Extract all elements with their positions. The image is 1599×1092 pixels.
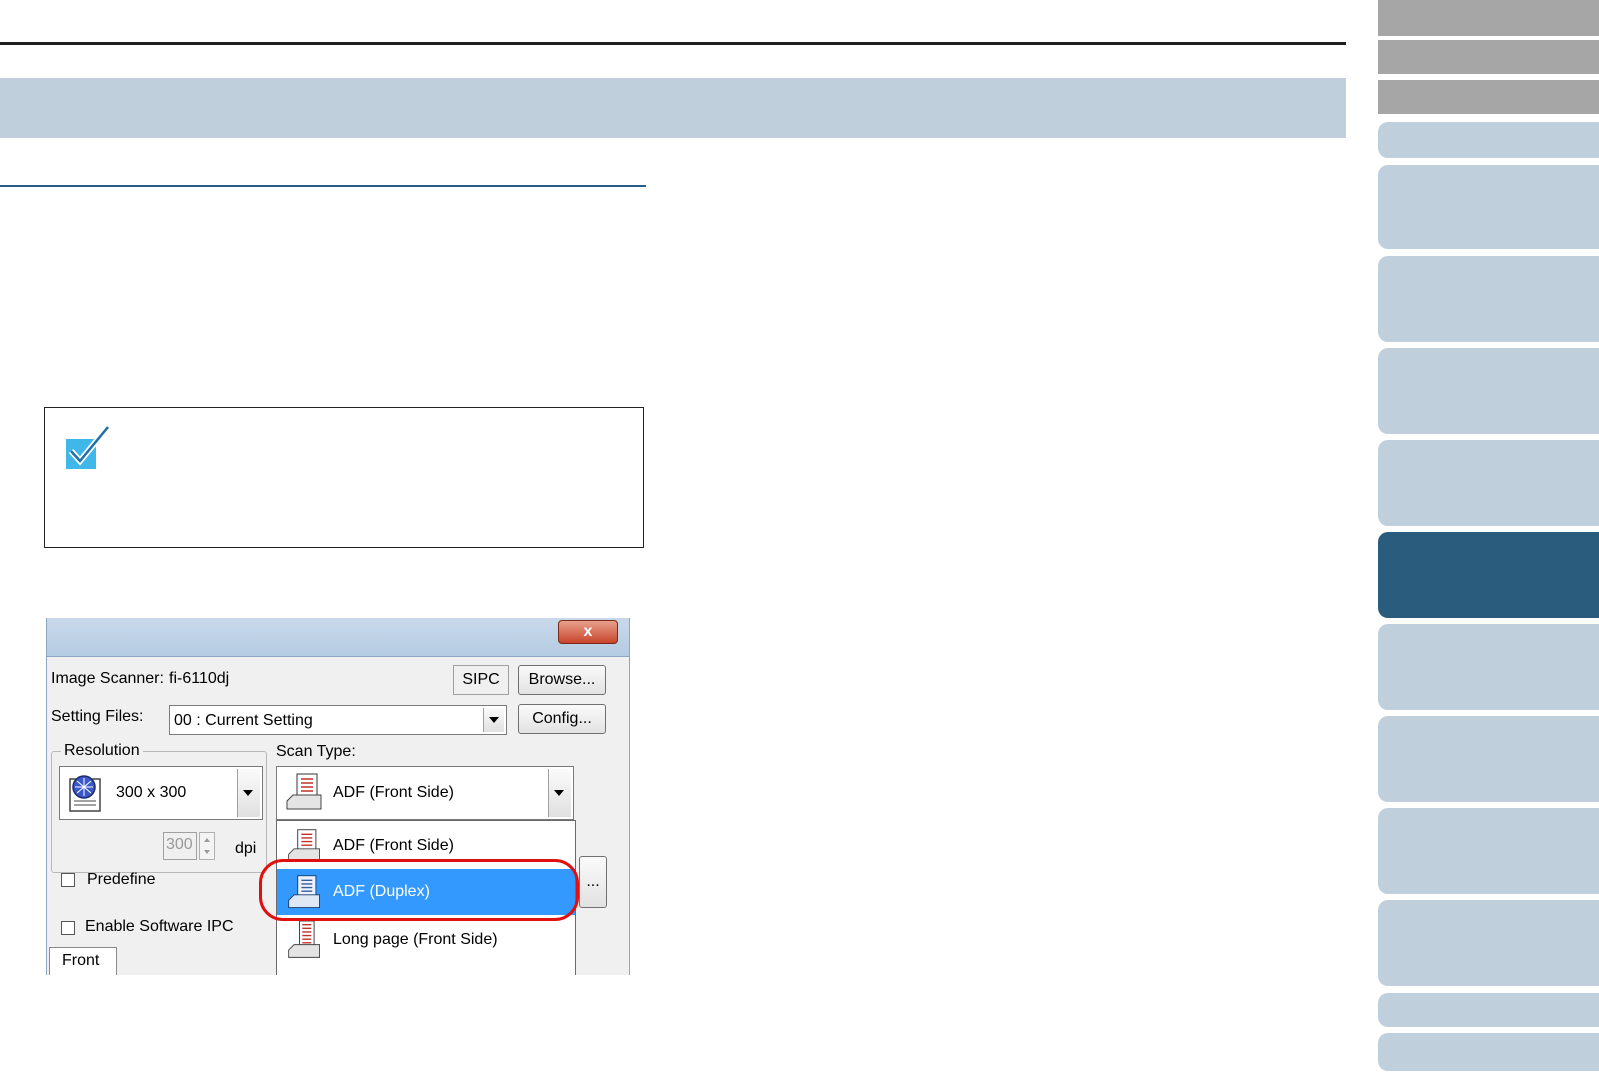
predefine-label: Predefine <box>87 871 156 888</box>
long-page-icon <box>288 921 320 958</box>
sidebar-tab-8[interactable] <box>1378 440 1599 526</box>
browse-button[interactable]: Browse... <box>518 665 606 695</box>
note-box <box>44 407 644 548</box>
chevron-down-icon[interactable] <box>548 769 571 817</box>
sidebar-tab-1[interactable] <box>1378 0 1599 36</box>
checkmark-icon <box>66 425 111 469</box>
more-button[interactable]: ... <box>579 856 607 908</box>
sidebar-tab-7[interactable] <box>1378 348 1599 434</box>
setting-files-combo[interactable]: 00 : Current Setting <box>169 705 507 735</box>
enable-ipc-label: Enable Software IPC <box>85 918 234 935</box>
scan-type-value: ADF (Front Side) <box>333 784 454 801</box>
chevron-down-icon[interactable] <box>237 769 260 817</box>
dpi-input[interactable]: 300 <box>163 832 197 860</box>
scan-type-combo[interactable]: ADF (Front Side) <box>276 766 574 820</box>
sidebar-tab-12[interactable] <box>1378 808 1599 894</box>
chevron-down-icon[interactable] <box>483 708 504 732</box>
sidebar-tab-4[interactable] <box>1378 122 1599 158</box>
image-scanner-value: fi-6110dj <box>169 670 230 687</box>
config-button[interactable]: Config... <box>518 704 606 734</box>
list-item[interactable]: Long page (Front Side) <box>277 917 575 963</box>
resolution-value: 300 x 300 <box>116 784 187 801</box>
sidebar-tab-active[interactable] <box>1378 532 1599 618</box>
selection-highlight <box>259 859 579 921</box>
adf-front-icon <box>286 773 322 810</box>
section-rule <box>0 185 646 187</box>
spinner-arrows-icon <box>204 838 210 854</box>
sipc-indicator: SIPC <box>453 665 509 695</box>
sidebar-tab-2[interactable] <box>1378 40 1599 74</box>
predefine-checkbox[interactable] <box>61 873 75 887</box>
sidebar-tab-5[interactable] <box>1378 165 1599 249</box>
section-banner <box>0 78 1346 138</box>
image-scanner-label: Image Scanner: <box>51 670 164 687</box>
tab-front[interactable]: Front <box>49 947 117 975</box>
close-button[interactable]: x <box>558 620 618 644</box>
sidebar-tab-13[interactable] <box>1378 900 1599 986</box>
top-rule <box>0 42 1346 45</box>
sidebar-tab-11[interactable] <box>1378 716 1599 802</box>
dpi-unit: dpi <box>235 840 257 857</box>
sidebar-tab-14[interactable] <box>1378 993 1599 1027</box>
list-item-label: Long page (Front Side) <box>333 931 498 948</box>
setting-files-label: Setting Files: <box>51 708 144 725</box>
sidebar-tab-10[interactable] <box>1378 624 1599 710</box>
scan-settings-dialog: x Image Scanner: fi-6110dj SIPC Browse..… <box>46 618 630 975</box>
sidebar-tab-15[interactable] <box>1378 1033 1599 1071</box>
list-item-label: ADF (Front Side) <box>333 837 454 854</box>
setting-files-value: 00 : Current Setting <box>174 712 313 729</box>
resolution-icon <box>69 775 101 812</box>
enable-ipc-checkbox[interactable] <box>61 921 75 935</box>
scan-type-label: Scan Type: <box>276 743 356 760</box>
resolution-group-label: Resolution <box>61 742 143 760</box>
sidebar-tab-3[interactable] <box>1378 80 1599 114</box>
dialog-title-bar <box>47 618 629 657</box>
sidebar-tab-6[interactable] <box>1378 256 1599 342</box>
resolution-combo[interactable]: 300 x 300 <box>59 766 263 820</box>
dpi-spinner[interactable] <box>199 832 215 860</box>
